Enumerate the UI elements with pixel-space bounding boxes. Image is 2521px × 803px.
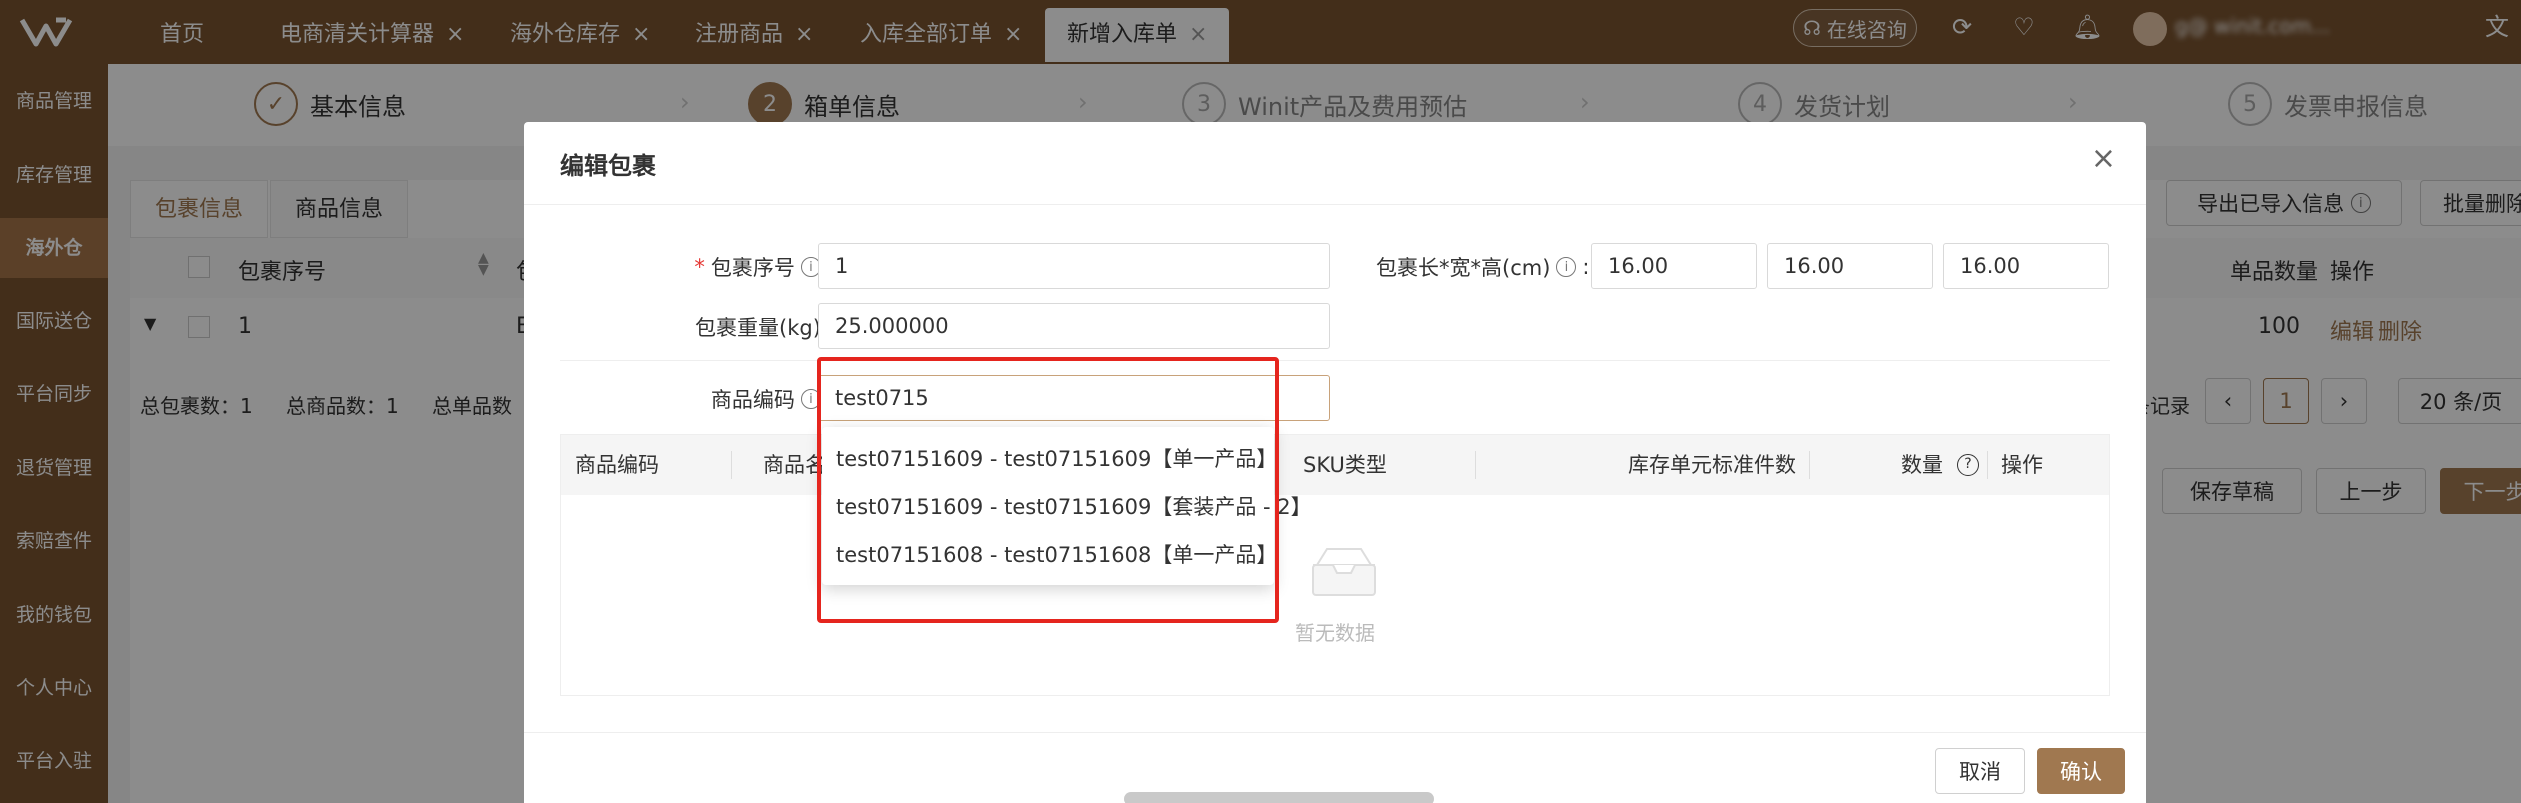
- column-divider: [1809, 451, 1810, 479]
- dims-label: 包裹长*宽*高(cm) i :: [1376, 252, 1589, 282]
- label-text: 包裹长*宽*高(cm): [1376, 256, 1551, 280]
- column-header-ops: 操作: [2001, 453, 2043, 477]
- label-text: 商品编码: [710, 388, 795, 412]
- length-input[interactable]: 16.00: [1591, 243, 1757, 289]
- pkg-seq-input[interactable]: 1: [818, 243, 1330, 289]
- column-divider: [1475, 451, 1476, 479]
- empty-box-icon: [1312, 548, 1376, 596]
- label-text: 包裹序号: [710, 256, 795, 280]
- column-divider: [1987, 451, 1988, 479]
- pkg-seq-label: * 包裹序号 i :: [664, 252, 834, 282]
- column-divider: [731, 451, 732, 479]
- divider: [560, 360, 2110, 361]
- colon: :: [1582, 255, 1590, 279]
- empty-text: 暂无数据: [1295, 621, 1375, 645]
- horizontal-scrollbar[interactable]: [1124, 792, 1434, 803]
- close-icon[interactable]: ×: [2091, 144, 2116, 174]
- column-header-code: 商品编码: [575, 453, 659, 477]
- table-header: 商品编码 商品名 SKU类型 库存单元标准件数 数量 ? 操作: [561, 435, 2109, 495]
- column-header-std-count: 库存单元标准件数: [1628, 453, 1796, 477]
- required-mark: *: [694, 255, 705, 279]
- goods-table: 商品编码 商品名 SKU类型 库存单元标准件数 数量 ? 操作 暂无数据: [560, 434, 2110, 696]
- weight-label: 包裹重量(kg) :: [644, 312, 834, 342]
- code-label: 商品编码 i :: [664, 384, 834, 414]
- info-icon: i: [1556, 257, 1577, 277]
- confirm-button[interactable]: 确认: [2037, 748, 2125, 794]
- weight-input[interactable]: 25.000000: [818, 303, 1330, 349]
- modal-title: 编辑包裹: [560, 152, 656, 180]
- help-icon[interactable]: ?: [1957, 454, 1979, 476]
- cancel-button[interactable]: 取消: [1935, 748, 2025, 794]
- divider: [524, 204, 2146, 205]
- label-text: 包裹重量(kg): [695, 316, 821, 340]
- column-header-sku-type: SKU类型: [1303, 453, 1387, 477]
- width-input[interactable]: 16.00: [1767, 243, 1933, 289]
- height-input[interactable]: 16.00: [1943, 243, 2109, 289]
- highlight-box: [817, 357, 1279, 623]
- edit-package-modal: 编辑包裹 × * 包裹序号 i : 1 包裹长*宽*高(cm) i : 16.0…: [524, 122, 2146, 803]
- divider: [524, 732, 2146, 733]
- column-header-qty: 数量: [1901, 453, 1943, 477]
